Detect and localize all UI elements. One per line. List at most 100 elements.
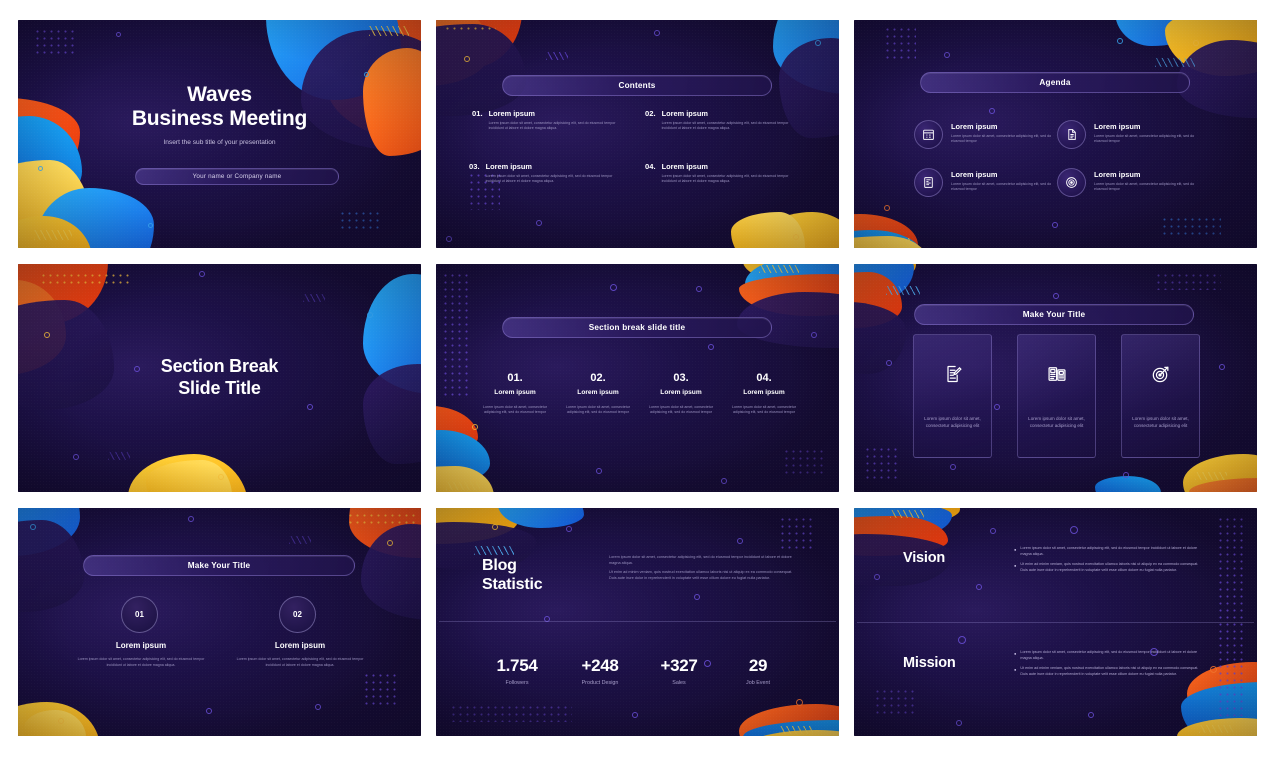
feature-card[interactable]: Lorem ipsum dolor sit amet, consectetur … [1017, 334, 1096, 458]
ring-ornament [364, 72, 369, 77]
ring-ornament [566, 526, 572, 532]
ring-ornament [1052, 222, 1058, 228]
target-arrow-icon [1151, 364, 1171, 389]
ring-ornament [721, 478, 727, 484]
slide-section-break[interactable]: Section Break Slide Title [18, 264, 421, 492]
item-title: Lorem ipsum [1094, 170, 1141, 179]
item-title: Lorem ipsum [661, 162, 708, 171]
bullet-item: ● Lorem ipsum dolor sit amet, consectetu… [1014, 650, 1204, 661]
ring-ornament [199, 271, 205, 277]
cards-heading: Make Your Title [914, 304, 1194, 325]
column-title: Lorem ipsum [743, 389, 785, 396]
ring-ornament [44, 332, 50, 338]
newspaper-icon [1047, 364, 1067, 389]
slide-vision-mission[interactable]: Vision ● Lorem ipsum dolor sit amet, con… [854, 508, 1257, 736]
dot-grid-ornament [442, 272, 468, 396]
dot-grid-ornament [363, 672, 399, 708]
slide-two-circles[interactable]: Make Your Title 01 Lorem ipsum Lorem ips… [18, 508, 421, 736]
hatch-ornament [34, 230, 72, 240]
section-column[interactable]: 02. Lorem ipsum Lorem ipsum dolor sit am… [559, 372, 637, 415]
ring-ornament [206, 708, 212, 714]
slide-contents[interactable]: Contents 01. Lorem ipsum Lorem ipsum dol… [436, 20, 839, 248]
section-column[interactable]: 01. Lorem ipsum Lorem ipsum dolor sit am… [476, 372, 554, 415]
stat-label: Job Event [746, 680, 770, 686]
dot-grid-ornament [874, 688, 914, 714]
ring-ornament [536, 220, 542, 226]
agenda-item[interactable]: Lorem ipsum Lorem ipsum dolor sit amet, … [1057, 168, 1207, 197]
slide-blog-statistic[interactable]: Blog Statistic Lorem ipsum dolor sit ame… [436, 508, 839, 736]
bullet-dot: ● [1014, 562, 1017, 568]
slide-three-cards[interactable]: Make Your Title Lorem ipsum dolor sit am… [854, 264, 1257, 492]
hatch-ornament [1155, 58, 1195, 67]
agenda-item[interactable]: Lorem ipsum Lorem ipsum dolor sit amet, … [1057, 120, 1207, 149]
ring-ornament [472, 424, 478, 430]
hatch-ornament [546, 52, 568, 60]
dot-grid-ornament [1155, 272, 1221, 290]
hatch-ornament [890, 510, 924, 518]
ring-ornament [958, 636, 966, 644]
stat-block[interactable]: 29 Job Event [713, 656, 803, 686]
ring-ornament [976, 584, 982, 590]
dot-grid-ornament [1161, 216, 1221, 238]
hatch-ornament [1199, 725, 1233, 733]
item-title: Lorem ipsum [274, 641, 326, 650]
ring-ornament [694, 594, 700, 600]
slide-title[interactable]: Waves Business Meeting Insert the sub ti… [18, 20, 421, 248]
ring-ornament [58, 718, 64, 724]
document-edit-icon [943, 364, 963, 389]
stat-value: 29 [748, 656, 768, 675]
column-number: 03. [673, 372, 689, 384]
bullet-text: Ut enim ad minim veniam, quis nostrud ex… [1020, 666, 1199, 676]
card-body: Lorem ipsum dolor sit amet, consectetur … [924, 416, 981, 429]
hatch-ornament [1195, 472, 1227, 480]
stat-label: Followers [505, 680, 529, 686]
agenda-item[interactable]: Lorem ipsum Lorem ipsum dolor sit amet, … [914, 168, 1064, 197]
ring-ornament [956, 720, 962, 726]
ring-ornament [1117, 38, 1123, 44]
stat-block[interactable]: +327 Sales [634, 656, 724, 686]
agenda-item[interactable]: Lorem ipsum Lorem ipsum dolor sit amet, … [914, 120, 1064, 149]
hatch-ornament [289, 536, 311, 544]
item-number: 01. [472, 109, 483, 118]
ring-ornament [446, 236, 452, 242]
dot-grid-ornament [779, 516, 813, 552]
dot-grid-ornament [884, 26, 916, 60]
stat-block[interactable]: 1.754 Followers [472, 656, 562, 686]
report-icon [914, 168, 943, 197]
stat-block[interactable]: +248 Product Design [555, 656, 645, 686]
feature-card[interactable]: Lorem ipsum dolor sit amet, consectetur … [1121, 334, 1200, 458]
slide-agenda[interactable]: Agenda Lorem ipsum Lorem ipsum dolor sit… [854, 20, 1257, 248]
dot-grid-ornament [339, 210, 381, 230]
feature-card[interactable]: Lorem ipsum dolor sit amet, consectetur … [913, 334, 992, 458]
hatch-ornament [886, 286, 920, 295]
section-column[interactable]: 03. Lorem ipsum Lorem ipsum dolor sit am… [642, 372, 720, 415]
dot-grid-ornament [450, 704, 572, 722]
bullet-dot: ● [1014, 546, 1017, 552]
ring-ornament [464, 56, 470, 62]
ring-ornament [1193, 40, 1199, 46]
hatch-ornament [474, 546, 514, 555]
column-body: Lorem ipsum dolor sit amet, consectetur … [732, 405, 796, 415]
ring-ornament [1210, 666, 1217, 673]
item-body: Lorem ipsum dolor sit amet, consectetur … [1094, 134, 1195, 144]
dot-grid-ornament [40, 272, 132, 284]
ring-ornament [796, 699, 803, 706]
section-column[interactable]: 04. Lorem ipsum Lorem ipsum dolor sit am… [725, 372, 803, 415]
card-body: Lorem ipsum dolor sit amet, consectetur … [1132, 416, 1189, 429]
item-body: Lorem ipsum dolor sit amet, consectetur … [951, 182, 1052, 192]
column-title: Lorem ipsum [660, 389, 702, 396]
slide-subtitle: Insert the sub title of your presentatio… [163, 139, 276, 147]
item-title: Lorem ipsum [115, 641, 167, 650]
content-item[interactable]: 04. Lorem ipsum Lorem ipsum dolor sit am… [645, 162, 800, 184]
content-item[interactable]: 02. Lorem ipsum Lorem ipsum dolor sit am… [645, 109, 800, 131]
content-item[interactable]: 01. Lorem ipsum Lorem ipsum dolor sit am… [472, 109, 627, 131]
ring-ornament [73, 454, 79, 460]
dot-grid-ornament [864, 446, 898, 480]
ring-ornament [315, 704, 321, 710]
ring-ornament [596, 468, 602, 474]
slide-section-break-columns[interactable]: Section break slide title 01. Lorem ipsu… [436, 264, 839, 492]
ring-ornament [610, 284, 617, 291]
content-item[interactable]: 03. Lorem ipsum Lorem ipsum dolor sit am… [469, 162, 627, 184]
company-name-button[interactable]: Your name or Company name [135, 168, 339, 185]
contents-heading: Contents [502, 75, 772, 96]
